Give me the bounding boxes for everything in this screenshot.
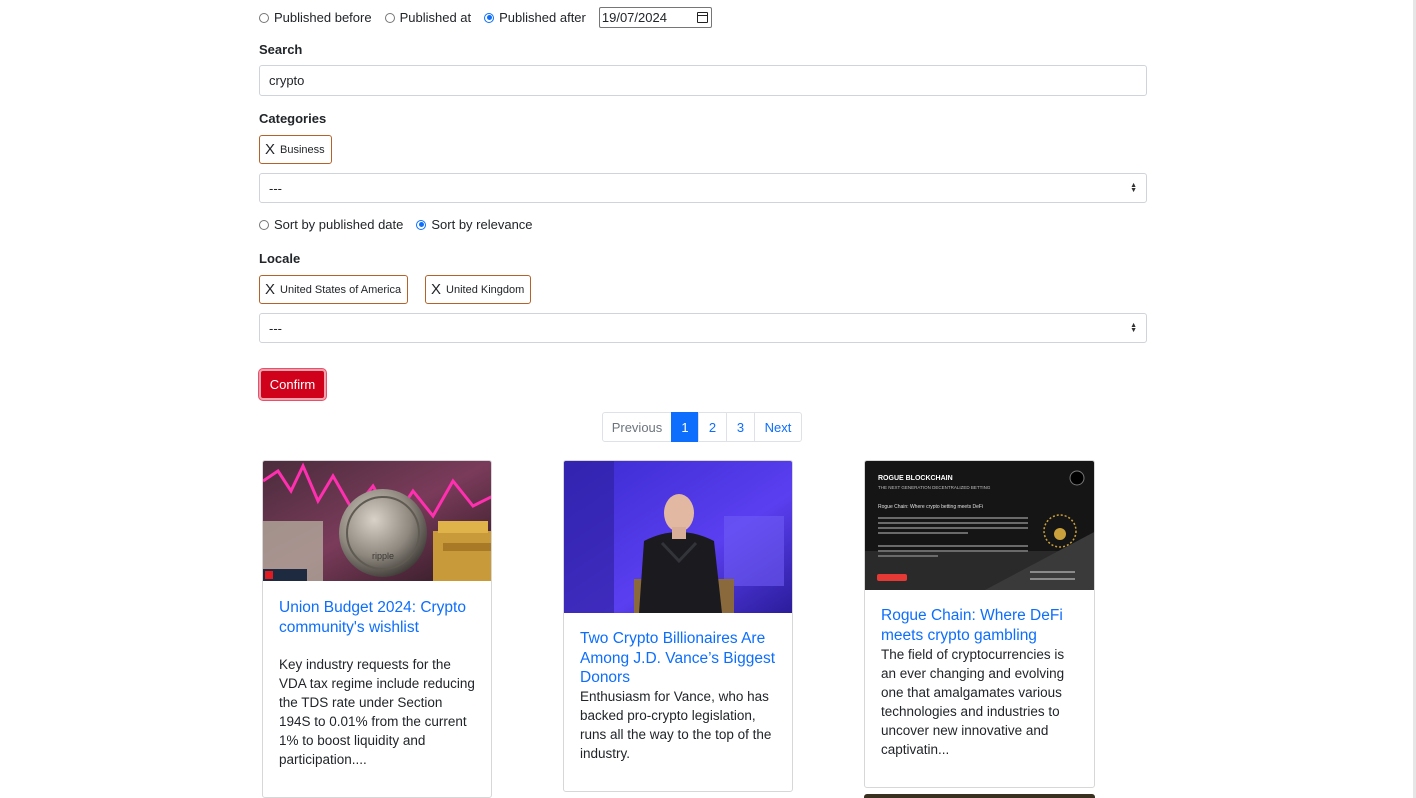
locale-label: Locale <box>259 251 301 266</box>
category-chip-business: X Business <box>259 135 332 164</box>
image-caption-text: Rogue Chain: Where crypto betting meets … <box>878 504 983 510</box>
sort-by-date-option[interactable]: Sort by published date <box>259 217 403 232</box>
article-description: Enthusiasm for Vance, who has backed pro… <box>580 689 772 762</box>
article-image[interactable]: ROGUE BLOCKCHAIN THE NEXT GENERATION DEC… <box>865 461 1094 590</box>
select-arrows-icon: ▲ ▼ <box>1130 322 1137 334</box>
categories-label: Categories <box>259 111 327 126</box>
image-subheading-text: THE NEXT GENERATION DECENTRALIZED BETTIN… <box>878 485 991 490</box>
radio-icon[interactable] <box>259 12 269 23</box>
article-title-link[interactable]: Two Crypto Billionaires Are Among J.D. V… <box>580 629 778 688</box>
speaker-photo-image <box>564 461 792 613</box>
search-input[interactable]: crypto <box>259 65 1147 96</box>
radio-icon[interactable] <box>384 12 395 23</box>
confirm-button[interactable]: Confirm <box>259 369 326 400</box>
radio-checked-icon[interactable] <box>484 12 495 23</box>
pagination-page-3[interactable]: 3 <box>726 412 755 442</box>
sort-row: Sort by published date Sort by relevance <box>259 217 546 232</box>
radio-icon[interactable] <box>259 219 269 230</box>
rogue-blockchain-image: ROGUE BLOCKCHAIN THE NEXT GENERATION DEC… <box>865 461 1094 590</box>
pagination-previous[interactable]: Previous <box>602 412 672 442</box>
search-label: Search <box>259 42 303 57</box>
select-arrows-icon: ▲ ▼ <box>1130 182 1137 194</box>
pagination-page-1[interactable]: 1 <box>671 412 699 442</box>
article-description: Key industry requests for the VDA tax re… <box>279 657 475 768</box>
sort-by-relevance-option[interactable]: Sort by relevance <box>416 217 533 232</box>
published-before-option[interactable]: Published before <box>259 10 372 25</box>
article-card: Two Crypto Billionaires Are Among J.D. V… <box>563 460 793 792</box>
published-at-option[interactable]: Published at <box>384 10 471 25</box>
categories-select[interactable]: --- ▲ ▼ <box>259 173 1147 203</box>
crypto-coin-image: ripple <box>263 461 491 581</box>
article-card: ROGUE BLOCKCHAIN THE NEXT GENERATION DEC… <box>864 460 1095 788</box>
pagination-page-2[interactable]: 2 <box>698 412 727 442</box>
article-title-link[interactable]: Rogue Chain: Where DeFi meets crypto gam… <box>881 606 1079 645</box>
radio-checked-icon[interactable] <box>416 219 427 230</box>
article-card: ripple Union Budget 2024: Crypto communi… <box>262 460 492 798</box>
published-filter-row: Published before Published at Published … <box>259 7 712 28</box>
locale-select[interactable]: --- ▲ ▼ <box>259 313 1147 343</box>
pagination: Previous 1 2 3 Next <box>602 412 802 442</box>
published-after-option[interactable]: Published after <box>484 10 586 25</box>
coin-text: ripple <box>372 551 394 561</box>
remove-x-icon[interactable]: X <box>265 142 275 157</box>
article-image[interactable]: ripple <box>263 461 491 581</box>
next-article-card-edge <box>864 794 1095 798</box>
calendar-icon[interactable] <box>696 12 708 23</box>
image-heading-text: ROGUE BLOCKCHAIN <box>878 475 953 482</box>
article-image[interactable] <box>564 461 792 613</box>
remove-x-icon[interactable]: X <box>431 282 441 297</box>
article-description: The field of cryptocurrencies is an ever… <box>881 647 1065 758</box>
locale-chip-uk: X United Kingdom <box>425 275 532 304</box>
pagination-next[interactable]: Next <box>754 412 802 442</box>
published-date-input[interactable]: 19/07/2024 <box>598 7 712 28</box>
locale-chip-us: X United States of America <box>259 275 409 304</box>
remove-x-icon[interactable]: X <box>265 282 275 297</box>
article-title-link[interactable]: Union Budget 2024: Crypto community's wi… <box>279 598 477 637</box>
